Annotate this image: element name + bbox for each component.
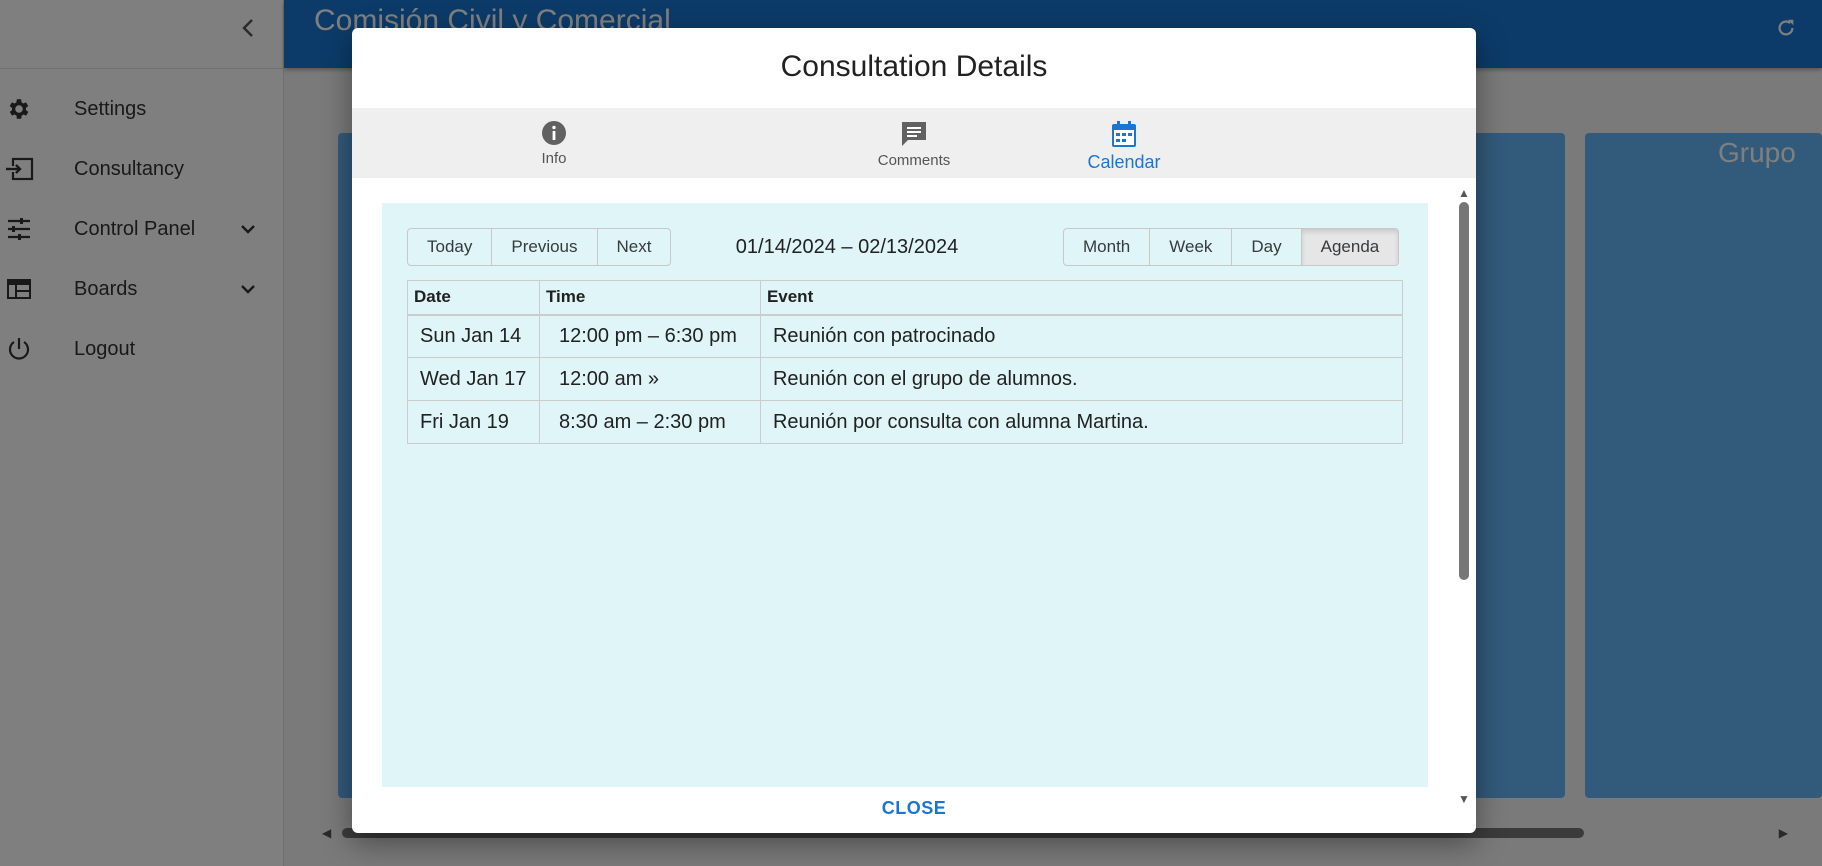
agenda-time: 8:30 am – 2:30 pm xyxy=(539,400,761,444)
vertical-scrollbar[interactable]: ▲ ▼ xyxy=(1456,186,1472,806)
tab-calendar[interactable]: Calendar xyxy=(1049,108,1199,178)
agenda-date: Sun Jan 14 xyxy=(407,314,540,358)
tab-comments[interactable]: Comments xyxy=(839,108,989,178)
navigation-buttons: Today Previous Next xyxy=(407,228,672,266)
close-button[interactable]: CLOSE xyxy=(352,798,1476,819)
tab-label: Comments xyxy=(877,152,951,169)
calendar-toolbar: Today Previous Next 01/14/2024 – 02/13/2… xyxy=(407,228,1403,268)
today-button[interactable]: Today xyxy=(408,229,493,265)
agenda-header-row: Date Time Event xyxy=(407,280,1404,316)
agenda-row[interactable]: Wed Jan 17 12:00 am » Reunión con el gru… xyxy=(407,357,1404,401)
month-view-button[interactable]: Month xyxy=(1064,229,1151,265)
agenda-table: Date Time Event Sun Jan 14 12:00 pm – 6:… xyxy=(407,280,1404,444)
comment-icon xyxy=(902,122,926,146)
agenda-time: 12:00 am » xyxy=(539,357,761,401)
dialog-tabs: Info Comments Calendar xyxy=(352,108,1476,178)
scroll-up-icon[interactable]: ▲ xyxy=(1458,186,1470,200)
agenda-date: Fri Jan 19 xyxy=(407,400,540,444)
agenda-event[interactable]: Reunión con patrocinado xyxy=(760,314,1404,358)
calendar-content: Today Previous Next 01/14/2024 – 02/13/2… xyxy=(382,203,1428,787)
info-icon xyxy=(542,121,566,145)
agenda-view-button[interactable]: Agenda xyxy=(1301,229,1399,265)
next-button[interactable]: Next xyxy=(598,229,671,265)
consultation-details-dialog: Consultation Details Info Comments Calen… xyxy=(352,28,1476,833)
agenda-time: 12:00 pm – 6:30 pm xyxy=(539,314,761,358)
event-column-header: Event xyxy=(760,280,1404,316)
agenda-row[interactable]: Fri Jan 19 8:30 am – 2:30 pm Reunión por… xyxy=(407,400,1404,444)
view-buttons: Month Week Day Agenda xyxy=(1063,228,1400,266)
tab-info[interactable]: Info xyxy=(479,108,629,178)
scrollbar-thumb[interactable] xyxy=(1459,202,1469,580)
date-range-label: 01/14/2024 – 02/13/2024 xyxy=(735,236,959,258)
agenda-date: Wed Jan 17 xyxy=(407,357,540,401)
tab-label: Calendar xyxy=(1087,152,1161,172)
previous-button[interactable]: Previous xyxy=(492,229,598,265)
date-column-header: Date xyxy=(407,280,540,316)
week-view-button[interactable]: Week xyxy=(1150,229,1233,265)
dialog-title: Consultation Details xyxy=(780,50,1048,83)
day-view-button[interactable]: Day xyxy=(1232,229,1302,265)
time-column-header: Time xyxy=(539,280,761,316)
agenda-event[interactable]: Reunión por consulta con alumna Martina. xyxy=(760,400,1404,444)
agenda-event[interactable]: Reunión con el grupo de alumnos. xyxy=(760,357,1404,401)
calendar-icon xyxy=(1112,121,1136,147)
agenda-row[interactable]: Sun Jan 14 12:00 pm – 6:30 pm Reunión co… xyxy=(407,314,1404,358)
tab-label: Info xyxy=(541,150,567,167)
